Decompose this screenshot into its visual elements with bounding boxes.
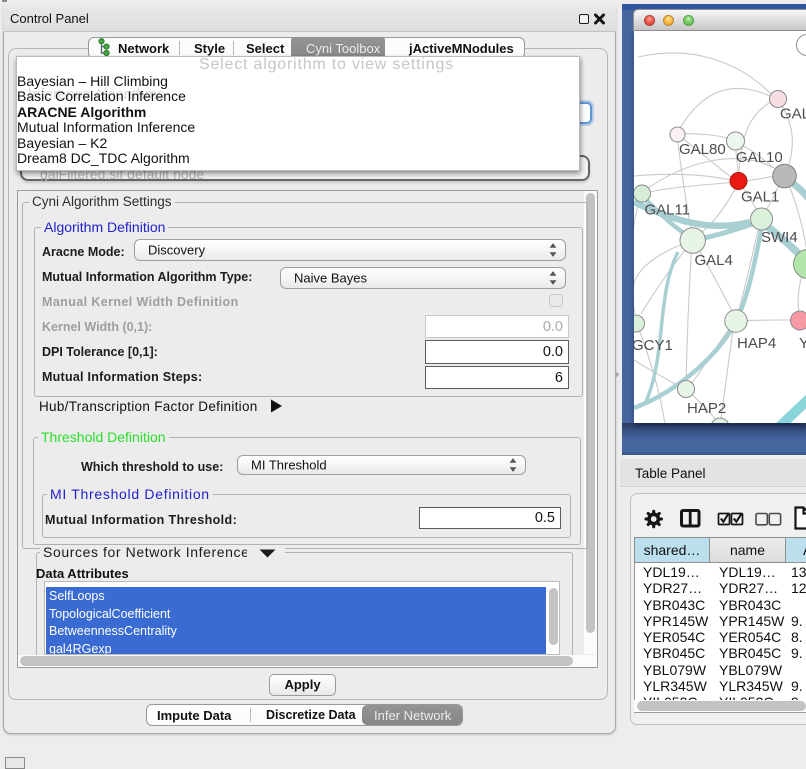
- svg-text:HAP2: HAP2: [687, 400, 726, 417]
- svg-text:SWI4: SWI4: [761, 229, 798, 246]
- svg-text:GAL1: GAL1: [741, 189, 779, 206]
- svg-text:YM: YM: [799, 335, 806, 352]
- svg-text:GCY1: GCY1: [634, 337, 673, 354]
- svg-text:GAL4: GAL4: [695, 252, 733, 269]
- svg-text:GAL2: GAL2: [780, 106, 806, 123]
- svg-text:GAL11: GAL11: [645, 202, 691, 219]
- svg-text:HAP4: HAP4: [737, 335, 776, 352]
- svg-text:GAL80: GAL80: [679, 141, 726, 158]
- svg-text:GAL10: GAL10: [736, 149, 783, 166]
